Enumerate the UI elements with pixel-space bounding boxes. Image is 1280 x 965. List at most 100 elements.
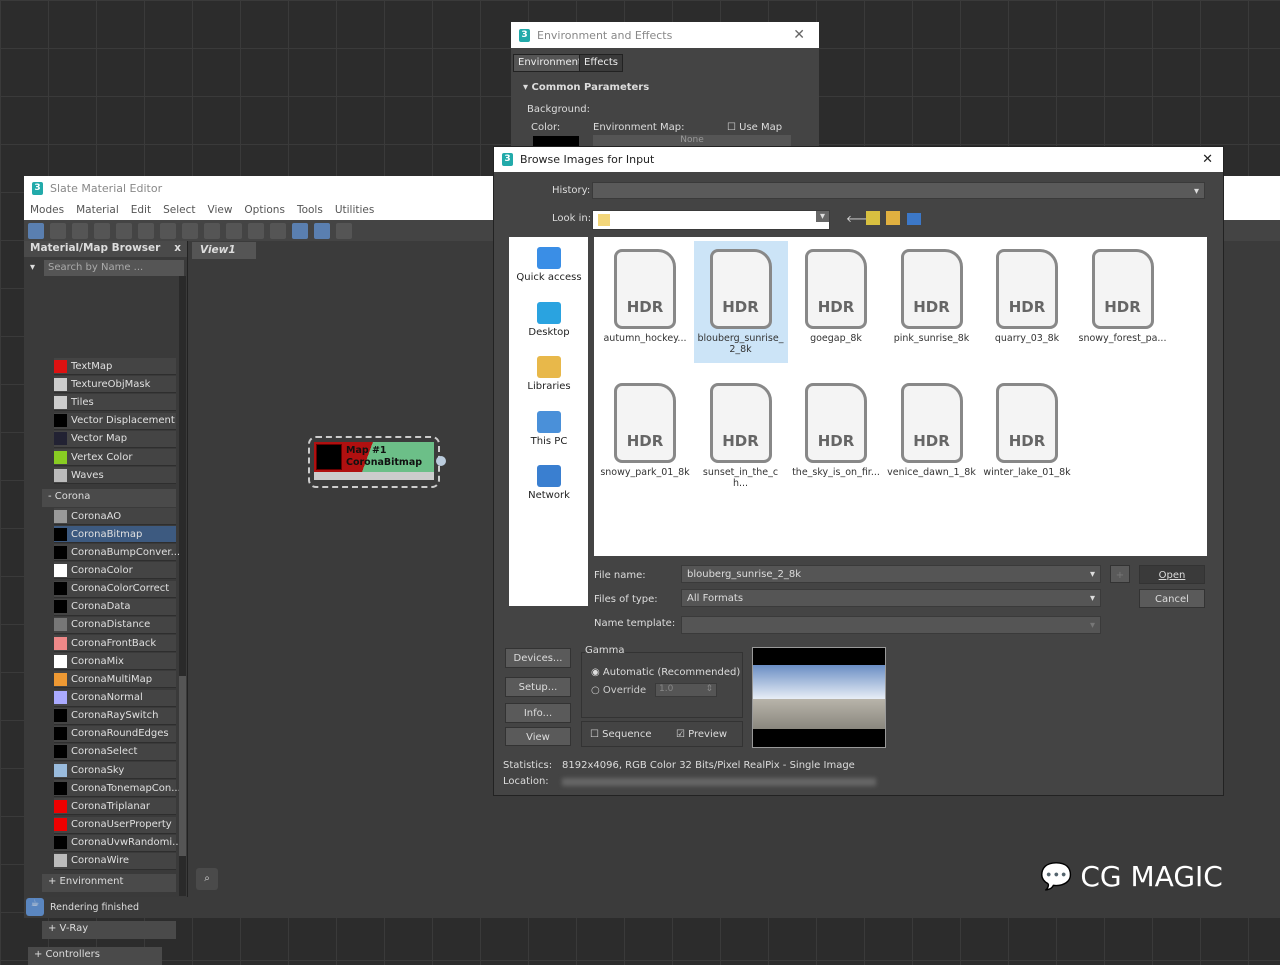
name-template-dropdown[interactable]: ▾	[681, 616, 1101, 634]
navigator-binoculars-icon[interactable]: ⌕	[196, 868, 218, 890]
preview-checkbox[interactable]: ☑ Preview	[676, 729, 727, 740]
place-quick-access[interactable]: Quick access	[509, 247, 589, 283]
toolbar-eyedropper-icon[interactable]	[50, 222, 66, 239]
info-button[interactable]: Info...	[505, 703, 571, 723]
menu-view[interactable]: View	[208, 204, 233, 216]
search-input[interactable]: Search by Name ...	[44, 260, 184, 276]
browser-close-icon[interactable]: x	[174, 242, 181, 256]
toolbar-hide-icon[interactable]	[160, 222, 176, 239]
tab-view1[interactable]: View1	[192, 242, 256, 259]
tab-environment[interactable]: Environment	[513, 54, 587, 72]
open-button[interactable]: Open	[1139, 565, 1205, 584]
files-of-type-dropdown[interactable]: All Formats ▾	[681, 589, 1101, 607]
toolbar-layout-children-icon[interactable]	[270, 222, 286, 239]
collapse-arrow-icon[interactable]: ▾	[30, 262, 35, 273]
menu-tools[interactable]: Tools	[297, 204, 323, 216]
map-list-item[interactable]: Vector Displacement	[54, 412, 176, 430]
file-item[interactable]: HDR autumn_hockey...	[598, 241, 692, 363]
place-network[interactable]: Network	[509, 465, 589, 501]
material-node[interactable]: Map #1 CoronaBitmap	[308, 436, 446, 488]
map-list-item[interactable]: Vector Map	[54, 430, 176, 448]
map-list-item[interactable]: CoronaNormal	[54, 689, 176, 707]
map-list-item[interactable]: TextMap	[54, 358, 176, 375]
map-list-item[interactable]: CoronaTriplanar	[54, 798, 176, 816]
map-list-item[interactable]: CoronaAO	[54, 508, 176, 525]
group-controllers[interactable]: + Controllers	[28, 947, 162, 965]
menu-utilities[interactable]: Utilities	[335, 204, 375, 216]
close-icon[interactable]: ✕	[793, 27, 805, 43]
map-list-item[interactable]: CoronaRoundEdges	[54, 725, 176, 743]
map-list-item[interactable]: CoronaTonemapCon...	[54, 780, 181, 798]
history-dropdown[interactable]: ▾	[592, 182, 1205, 199]
map-list-item[interactable]: CoronaBitmap	[54, 526, 176, 544]
tab-effects[interactable]: Effects	[579, 54, 623, 72]
view-menu-icon[interactable]	[907, 213, 921, 225]
map-list-item[interactable]: CoronaUserProperty	[54, 816, 176, 834]
menu-modes[interactable]: Modes	[30, 204, 64, 216]
file-item[interactable]: HDR goegap_8k	[789, 241, 883, 363]
place-this-pc[interactable]: This PC	[509, 410, 589, 447]
group-environment[interactable]: + Environment	[42, 874, 176, 892]
devices-button[interactable]: Devices...	[505, 648, 571, 668]
map-list-item[interactable]: TextureObjMask	[54, 376, 176, 394]
node-output-socket[interactable]	[436, 456, 446, 466]
toolbar-delete-icon[interactable]	[116, 222, 132, 239]
map-list-item[interactable]: CoronaWire	[54, 852, 176, 870]
toolbar-browser-icon[interactable]	[292, 222, 308, 239]
map-list-item[interactable]: CoronaSelect	[54, 743, 176, 761]
file-item[interactable]: HDR snowy_park_01_8k	[598, 375, 692, 497]
override-spinner[interactable]: 1.0 ⇕	[655, 683, 717, 697]
place-desktop[interactable]: Desktop	[509, 301, 589, 338]
toolbar-zero-icon[interactable]	[226, 222, 242, 239]
group-corona[interactable]: - Corona	[42, 489, 176, 507]
file-item[interactable]: HDR sunset_in_the_ch...	[694, 375, 788, 497]
file-item[interactable]: HDR blouberg_sunrise_2_8k	[693, 241, 788, 363]
toolbar-bg-icon[interactable]	[182, 222, 198, 239]
file-item[interactable]: HDR venice_dawn_1_8k	[885, 375, 979, 497]
add-button[interactable]: +	[1110, 565, 1130, 583]
file-item[interactable]: HDR pink_sunrise_8k	[885, 241, 979, 363]
file-item[interactable]: HDR the_sky_is_on_fir...	[789, 375, 883, 497]
map-list-item[interactable]: CoronaBumpConver...	[54, 544, 180, 562]
toolbar-pick-icon[interactable]	[72, 222, 88, 239]
map-list-item[interactable]: Tiles	[54, 394, 176, 412]
map-list-item[interactable]: CoronaRaySwitch	[54, 707, 176, 725]
cancel-button[interactable]: Cancel	[1139, 589, 1205, 608]
up-folder-icon[interactable]	[866, 211, 880, 225]
gamma-override-radio[interactable]: ○ Override	[591, 685, 646, 696]
file-item[interactable]: HDR snowy_forest_pa...	[1076, 241, 1170, 363]
common-parameters-rollout[interactable]: ▾ Common Parameters	[523, 82, 649, 93]
menu-options[interactable]: Options	[244, 204, 285, 216]
place-libraries[interactable]: Libraries	[509, 356, 589, 392]
map-list-item[interactable]: CoronaColorCorrect	[54, 580, 176, 598]
map-list-item[interactable]: CoronaMultiMap	[54, 671, 176, 689]
new-folder-icon[interactable]	[886, 211, 900, 225]
map-list-item[interactable]: CoronaUvwRandomi...	[54, 834, 182, 852]
map-list-item[interactable]: CoronaColor	[54, 562, 176, 580]
map-list-item[interactable]: CoronaFrontBack	[54, 635, 176, 653]
toolbar-assign-icon[interactable]	[94, 222, 110, 239]
menu-edit[interactable]: Edit	[131, 204, 151, 216]
toolbar-layout-icon[interactable]	[138, 222, 154, 239]
map-list-item[interactable]: CoronaDistance	[54, 616, 176, 634]
toolbar-params-icon[interactable]	[314, 222, 330, 239]
gamma-automatic-radio[interactable]: ◉ Automatic (Recommended)	[591, 667, 740, 678]
view-button[interactable]: View	[505, 727, 571, 746]
use-map-checkbox[interactable]: ☐ Use Map	[727, 122, 782, 133]
setup-button[interactable]: Setup...	[505, 677, 571, 697]
toolbar-nav-icon[interactable]	[336, 222, 352, 239]
toolbar-select-icon[interactable]	[28, 222, 44, 239]
toolbar-checker-icon[interactable]	[204, 222, 220, 239]
map-list-item[interactable]: Vertex Color	[54, 449, 176, 466]
browser-scrollbar[interactable]	[179, 276, 186, 896]
map-list-item[interactable]: CoronaSky	[54, 762, 176, 780]
look-in-dropdown[interactable]: ▾	[592, 210, 830, 230]
toolbar-move-children-icon[interactable]	[248, 222, 264, 239]
menu-material[interactable]: Material	[76, 204, 119, 216]
sequence-checkbox[interactable]: ☐ Sequence	[590, 729, 651, 740]
file-name-input[interactable]: blouberg_sunrise_2_8k ▾	[681, 565, 1101, 583]
close-icon[interactable]: ✕	[1202, 152, 1213, 167]
file-item[interactable]: HDR quarry_03_8k	[980, 241, 1074, 363]
map-list-item[interactable]: CoronaMix	[54, 653, 176, 671]
map-list-item[interactable]: Waves	[54, 467, 176, 485]
